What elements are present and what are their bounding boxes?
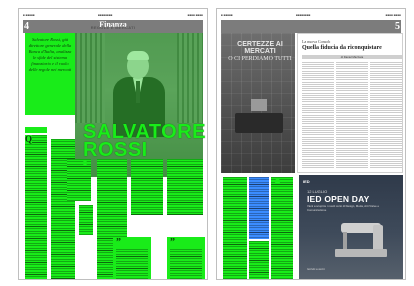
column-text: [25, 135, 47, 279]
dropcap: Q: [25, 134, 33, 144]
header-right-text: ■■■■ ■■■■: [187, 13, 203, 17]
article-text-col-1: [302, 62, 334, 170]
sewing-machine-image: [335, 219, 387, 259]
article-kicker: La nuova Consob: [302, 39, 331, 44]
event-photo-ad: CERTEZZE AI MERCATI O CI PERDIAMO TUTTI: [221, 33, 295, 173]
column-heading: [25, 127, 47, 133]
machine-needle: [343, 232, 347, 249]
page-number: 5: [395, 21, 400, 32]
header-left-text: ■ ■■■■■: [23, 13, 35, 17]
article-box: La nuova Consob Quella fiducia da riconq…: [297, 33, 403, 173]
right-text-column-3: [271, 177, 293, 279]
left-page: ■ ■■■■■ ■■■■■■■■ ■■■■ ■■■■ 4 Finanza REG…: [18, 8, 208, 280]
machine-base: [335, 249, 387, 257]
ad-subline: O CI PERDIAMO TUTTI: [228, 56, 292, 62]
right-text-column-2b: [249, 241, 269, 279]
quote-dot-right: [275, 179, 280, 184]
ied-title: IED OPEN DAY: [307, 194, 370, 204]
header-center-text: ■■■■■■■■: [98, 13, 113, 17]
article-byline: di Daniel Mazzara: [340, 55, 364, 59]
page-header-line: ■ ■■■■■ ■■■■■■■■ ■■■■ ■■■■: [23, 13, 203, 19]
section-subtitle: REGOLE E MERCATI: [90, 25, 136, 30]
ied-logo: IED: [303, 179, 310, 184]
article-column-4: [131, 159, 163, 215]
article-column-main: Q: [25, 127, 47, 279]
right-text-column-2: [249, 177, 269, 239]
right-page: ■ ■■■■■ ■■■■■■■■ ■■■■ ■■■■ 5 CERTEZZE AI…: [216, 8, 406, 280]
ad-headline: CERTEZZE AI MERCATI: [237, 41, 283, 55]
quote-dot-1: [83, 161, 87, 165]
header-left-text: ■ ■■■■■: [221, 13, 233, 17]
pull-quote-box-1: ”: [113, 237, 151, 279]
stage-table: [235, 113, 283, 133]
stage-screen: [251, 99, 267, 111]
article-title: Quella fiducia da riconquistare: [302, 45, 382, 51]
pull-quote-box-2: ”: [167, 237, 205, 279]
newspaper-spread: ■ ■■■■■ ■■■■■■■■ ■■■■ ■■■■ 4 Finanza REG…: [0, 0, 414, 286]
lead-text: Salvatore Rossi, già direttore generale …: [28, 37, 72, 72]
article-column-5: [167, 159, 203, 215]
text-block-2: [79, 205, 93, 235]
page-header-line: ■ ■■■■■ ■■■■■■■■ ■■■■ ■■■■: [221, 13, 401, 19]
header-right-text: ■■■■ ■■■■: [385, 13, 401, 17]
section-bar: 5: [221, 20, 401, 33]
machine-pillar: [373, 225, 383, 251]
article-text-col-3: [370, 62, 402, 170]
byline-bar: di Daniel Mazzara: [302, 55, 402, 59]
quote-mark-1: ”: [116, 237, 121, 248]
ied-footer: Iscriviti su ied.it: [307, 268, 325, 271]
text-block-1: [67, 159, 91, 201]
quote-mark-2: ”: [170, 237, 175, 248]
name-headline: SALVATORE ROSSI: [83, 121, 207, 161]
article-text-col-2: [336, 62, 368, 170]
ied-subtitle: Vieni a scoprire i nostri corsi di Desig…: [307, 204, 380, 212]
ied-open-day-ad: IED 12 LUGLIO IED OPEN DAY Vieni a scopr…: [299, 175, 403, 279]
header-center-text: ■■■■■■■■: [296, 13, 311, 17]
lead-text-box: Salvatore Rossi, già direttore generale …: [25, 33, 75, 115]
right-text-column-1: [223, 177, 247, 279]
